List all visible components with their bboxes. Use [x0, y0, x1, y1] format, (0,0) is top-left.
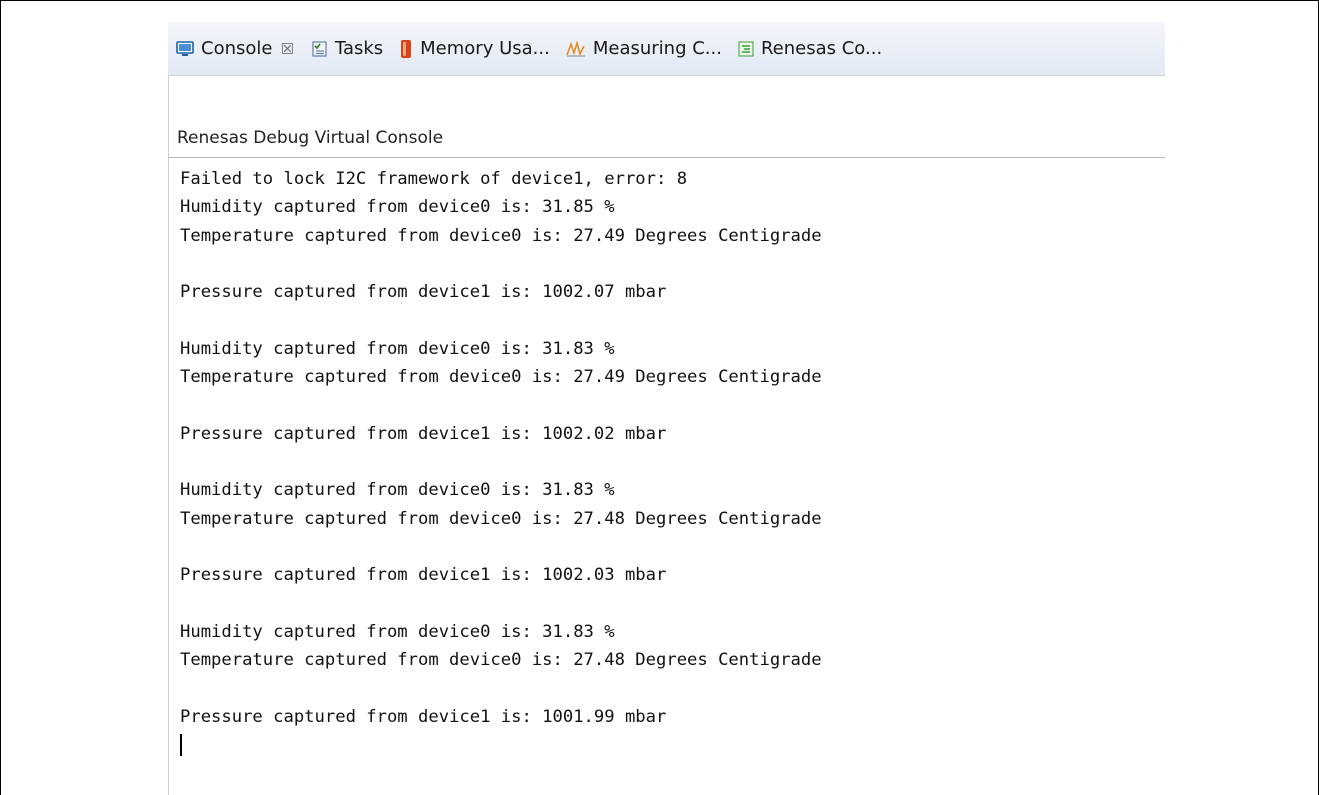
tab-console-label: Console: [201, 38, 273, 59]
tab-measuring-label: Measuring C...: [592, 38, 722, 59]
measuring-icon: [566, 39, 586, 58]
view-tab-bar: Console ☒ Tasks Memory Usa... Measuring …: [168, 22, 1165, 76]
tab-tasks-label: Tasks: [334, 38, 384, 59]
console-line: Humidity captured from device0 is: 31.83…: [180, 480, 615, 501]
tab-tasks[interactable]: Tasks: [310, 38, 383, 59]
tab-memory-usage-label: Memory Usa...: [420, 38, 550, 59]
console-line: Temperature captured from device0 is: 27…: [180, 367, 822, 388]
console-line: Temperature captured from device0 is: 27…: [180, 225, 822, 246]
memory-icon: [399, 39, 413, 59]
close-icon[interactable]: ☒: [280, 40, 293, 58]
tab-renesas[interactable]: Renesas Co...: [738, 38, 882, 59]
console-input-line[interactable]: [180, 731, 1160, 759]
console-line: Pressure captured from device1 is: 1002.…: [180, 565, 667, 586]
console-line: Temperature captured from device0 is: 27…: [180, 508, 822, 529]
console-line: Humidity captured from device0 is: 31.83…: [180, 621, 615, 642]
console-line: Humidity captured from device0 is: 31.85…: [180, 197, 615, 218]
console-line: Pressure captured from device1 is: 1002.…: [180, 423, 667, 444]
view-left-border: [168, 76, 169, 795]
tab-console[interactable]: Console ☒: [176, 38, 294, 59]
divider: [168, 157, 1165, 158]
renesas-icon: [738, 40, 754, 58]
console-line: Humidity captured from device0 is: 31.83…: [180, 338, 615, 359]
tab-renesas-label: Renesas Co...: [760, 38, 883, 59]
console-line: Failed to lock I2C framework of device1,…: [180, 169, 688, 189]
console-title: Renesas Debug Virtual Console: [177, 128, 444, 148]
text-cursor: [180, 733, 182, 756]
console-line: Pressure captured from device1 is: 1002.…: [180, 282, 667, 303]
tasks-icon: [310, 40, 328, 58]
console-line: Pressure captured from device1 is: 1001.…: [180, 706, 667, 727]
console-line: Temperature captured from device0 is: 27…: [180, 650, 822, 671]
tab-measuring[interactable]: Measuring C...: [566, 38, 722, 59]
tab-memory-usage[interactable]: Memory Usa...: [399, 38, 550, 59]
console-icon: [176, 40, 194, 58]
console-output[interactable]: Failed to lock I2C framework of device1,…: [180, 165, 1160, 759]
